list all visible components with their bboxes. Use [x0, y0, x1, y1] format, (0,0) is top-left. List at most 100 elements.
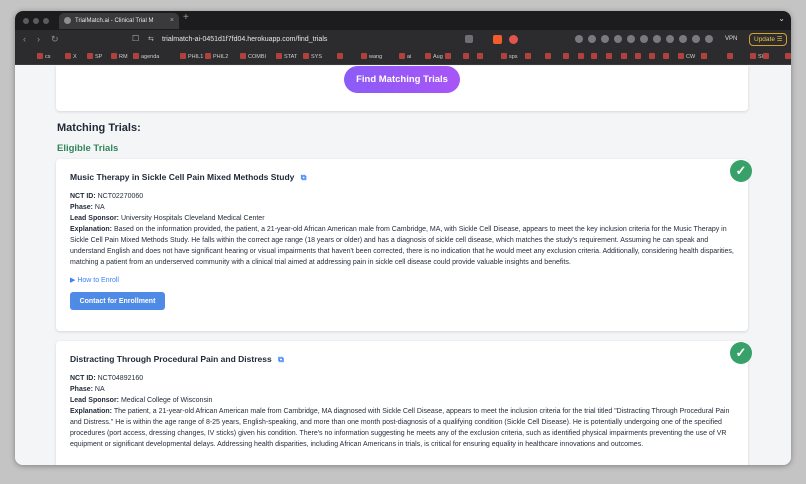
- bookmark-item[interactable]: SYS: [303, 53, 322, 60]
- check-circle-icon: ✓: [730, 160, 752, 182]
- extension-icon[interactable]: [640, 35, 648, 43]
- bookmark-item[interactable]: [563, 53, 571, 60]
- trial-title: Distracting Through Procedural Pain and …: [70, 354, 734, 365]
- trial-title: Music Therapy in Sickle Cell Pain Mixed …: [70, 172, 734, 183]
- page-viewport: Find Matching Trials Matching Trials: El…: [15, 66, 791, 465]
- bookmark-favicon-icon: [678, 53, 684, 59]
- bookmark-item[interactable]: [621, 53, 629, 60]
- bookmark-item[interactable]: [578, 53, 586, 60]
- contact-for-enrollment-button[interactable]: Contact for Enrollment: [70, 292, 165, 310]
- bookmark-item[interactable]: sps: [501, 53, 518, 60]
- brave-rewards-icon[interactable]: [509, 35, 518, 44]
- bookmark-item[interactable]: cs: [37, 53, 51, 60]
- zoom-window-button[interactable]: [43, 18, 49, 24]
- browser-tab[interactable]: TrialMatch.ai - Clinical Trial M ×: [59, 13, 179, 29]
- nct-id-label: NCT ID:: [70, 375, 96, 382]
- extension-icon[interactable]: [588, 35, 596, 43]
- bookmark-favicon-icon: [635, 53, 641, 59]
- new-tab-button[interactable]: +: [183, 12, 189, 23]
- extension-icon[interactable]: [627, 35, 635, 43]
- bookmark-item[interactable]: [477, 53, 485, 60]
- nct-id-field: NCT ID: NCT04892160: [70, 373, 734, 384]
- nct-id-field: NCT ID: NCT02270060: [70, 191, 734, 202]
- extension-icon[interactable]: [614, 35, 622, 43]
- bookmark-label: STAT: [284, 54, 298, 60]
- bookmark-item[interactable]: COMBI: [240, 53, 266, 60]
- bookmark-icon[interactable]: ☐: [132, 34, 139, 43]
- bookmark-item[interactable]: [545, 53, 553, 60]
- phase-label: Phase:: [70, 204, 93, 211]
- bookmark-favicon-icon: [545, 53, 551, 59]
- bookmark-favicon-icon: [785, 53, 791, 59]
- external-link-icon[interactable]: ⧉: [278, 355, 284, 365]
- bookmark-item[interactable]: PHIL2: [205, 53, 228, 60]
- bookmark-item[interactable]: [727, 53, 735, 60]
- extension-icon[interactable]: [692, 35, 700, 43]
- reload-icon[interactable]: ↻: [51, 34, 59, 45]
- bookmark-favicon-icon: [240, 53, 246, 59]
- bookmark-item[interactable]: ai: [399, 53, 411, 60]
- sponsor-field: Lead Sponsor: University Hospitals Cleve…: [70, 213, 734, 224]
- bookmark-favicon-icon: [750, 53, 756, 59]
- site-info-icon[interactable]: ⇆: [148, 35, 154, 43]
- bookmark-item[interactable]: CW: [678, 53, 695, 60]
- bookmark-label: PHIL1: [188, 54, 204, 60]
- bookmark-item[interactable]: RM: [111, 53, 128, 60]
- forward-icon[interactable]: ›: [37, 34, 40, 44]
- extension-icon[interactable]: [666, 35, 674, 43]
- bookmark-favicon-icon: [463, 53, 469, 59]
- bookmark-favicon-icon: [361, 53, 367, 59]
- bookmark-label: PHIL2: [213, 54, 229, 60]
- bookmark-item[interactable]: wang: [361, 53, 382, 60]
- bookmark-favicon-icon: [621, 53, 627, 59]
- bookmark-item[interactable]: [635, 53, 643, 60]
- address-bar: ‹ › ↻ ☐ ⇆ trialmatch-ai-0451d1f7fd04.her…: [15, 30, 791, 50]
- phase-field: Phase: NA: [70, 202, 734, 213]
- sponsor-label: Lead Sponsor:: [70, 397, 120, 404]
- bookmark-item[interactable]: X: [65, 53, 77, 60]
- bookmark-item[interactable]: [606, 53, 614, 60]
- explanation-text: The patient, a 21-year-old African Ameri…: [70, 408, 730, 448]
- phase-field: Phase: NA: [70, 384, 734, 395]
- extension-icon[interactable]: [653, 35, 661, 43]
- bookmark-label: wang: [369, 54, 383, 60]
- external-link-icon[interactable]: ⧉: [301, 173, 307, 183]
- close-window-button[interactable]: [23, 18, 29, 24]
- bookmark-item[interactable]: PHIL1: [180, 53, 203, 60]
- back-icon[interactable]: ‹: [23, 34, 26, 44]
- bookmark-item[interactable]: [463, 53, 471, 60]
- vpn-button[interactable]: VPN: [725, 36, 737, 42]
- explanation: Explanation: The patient, a 21-year-old …: [70, 406, 734, 450]
- bookmark-item[interactable]: Aug: [425, 53, 443, 60]
- trial-card: ✓ Distracting Through Procedural Pain an…: [56, 341, 752, 465]
- bookmark-label: agenda: [141, 54, 160, 60]
- bookmark-item[interactable]: [663, 53, 671, 60]
- tab-close-icon[interactable]: ×: [170, 13, 174, 29]
- url-field[interactable]: trialmatch-ai-0451d1f7fd04.herokuapp.com…: [162, 36, 327, 43]
- bookmark-item[interactable]: [763, 53, 771, 60]
- brave-shield-icon[interactable]: [493, 35, 502, 44]
- extension-icon[interactable]: [575, 35, 583, 43]
- bookmark-label: RM: [119, 54, 128, 60]
- bookmark-favicon-icon: [87, 53, 93, 59]
- extension-icon[interactable]: [705, 35, 713, 43]
- bookmark-item[interactable]: SP: [87, 53, 102, 60]
- share-icon[interactable]: [465, 35, 473, 43]
- bookmark-item[interactable]: CP: [785, 53, 791, 60]
- bookmark-item[interactable]: [445, 53, 453, 60]
- update-button[interactable]: Update ☰: [749, 33, 787, 46]
- bookmark-item[interactable]: [701, 53, 709, 60]
- bookmark-item[interactable]: agenda: [133, 53, 159, 60]
- bookmark-item[interactable]: [525, 53, 533, 60]
- tab-list-chevron-icon[interactable]: ⌄: [778, 14, 785, 23]
- minimize-window-button[interactable]: [33, 18, 39, 24]
- extension-icon[interactable]: [679, 35, 687, 43]
- extension-icon[interactable]: [601, 35, 609, 43]
- bookmark-item[interactable]: [649, 53, 657, 60]
- find-matching-trials-button[interactable]: Find Matching Trials: [344, 66, 460, 93]
- bookmark-item[interactable]: [591, 53, 599, 60]
- phase-value: NA: [94, 204, 105, 211]
- bookmark-item[interactable]: [337, 53, 345, 60]
- how-to-enroll-toggle[interactable]: ▶ How to Enroll: [70, 276, 734, 284]
- bookmark-item[interactable]: STAT: [276, 53, 297, 60]
